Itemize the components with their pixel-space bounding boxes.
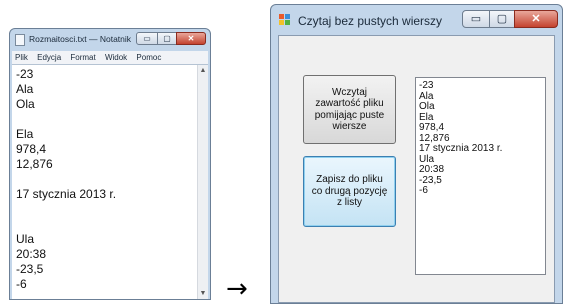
list-item[interactable]: 20:38: [416, 164, 545, 176]
list-item[interactable]: 978,4: [416, 122, 545, 134]
notepad-title: Rozmaitosci.txt — Notatnik: [29, 34, 132, 44]
notepad-close-button[interactable]: ✕: [176, 32, 206, 45]
form-close-button[interactable]: ✕: [514, 10, 558, 28]
list-item[interactable]: -23: [416, 80, 545, 92]
scroll-up-icon[interactable]: ▲: [198, 67, 208, 74]
save-button-label: Zapisz do pliku co drugą pozycję z listy: [311, 174, 388, 209]
read-file-button[interactable]: Wczytaj zawartość pliku pomijając puste …: [303, 75, 396, 144]
items-listbox[interactable]: -23 Ala Ola Ela 978,4 12,876 17 stycznia 2013 …: [415, 77, 546, 275]
notepad-text-area[interactable]: -23 Ala Ola Ela 978,4 12,876 17 stycznia…: [12, 64, 208, 299]
menu-help[interactable]: Pomoc: [136, 53, 161, 62]
menu-view[interactable]: Widok: [105, 53, 127, 62]
notepad-maximize-button[interactable]: ▢: [157, 32, 177, 45]
menu-edit[interactable]: Edycja: [37, 53, 61, 62]
save-every-second-button[interactable]: Zapisz do pliku co drugą pozycję z listy: [303, 156, 396, 227]
notepad-menubar: Plik Edycja Format Widok Pomoc: [12, 51, 208, 64]
list-item[interactable]: Ala: [416, 91, 545, 103]
list-item[interactable]: 17 stycznia 2013 r.: [416, 143, 545, 155]
menu-format[interactable]: Format: [70, 53, 95, 62]
notepad-titlebar[interactable]: Rozmaitosci.txt — Notatnik ▭ ▢ ✕: [10, 29, 210, 51]
form-icon: [279, 14, 291, 26]
form-minimize-button[interactable]: ▭: [462, 10, 490, 28]
list-item[interactable]: Ola: [416, 101, 545, 113]
form-title: Czytaj bez pustych wierszy: [298, 14, 443, 28]
notepad-minimize-button[interactable]: ▭: [136, 32, 158, 45]
menu-file[interactable]: Plik: [15, 53, 28, 62]
form-maximize-button[interactable]: ▢: [489, 10, 515, 28]
notepad-window: Rozmaitosci.txt — Notatnik ▭ ▢ ✕ Plik Ed…: [9, 28, 211, 300]
read-file-button-label: Wczytaj zawartość pliku pomijając puste …: [314, 86, 385, 133]
form-titlebar[interactable]: Czytaj bez pustych wierszy ▭ ▢ ✕: [271, 5, 562, 35]
list-item[interactable]: -23,5: [416, 175, 545, 187]
notepad-content: -23 Ala Ola Ela 978,4 12,876 17 stycznia…: [16, 67, 117, 291]
right-arrow-icon: →: [226, 274, 248, 304]
list-item[interactable]: -6: [416, 185, 545, 197]
scroll-down-icon[interactable]: ▼: [198, 290, 208, 297]
notepad-scrollbar[interactable]: ▲ ▼: [197, 65, 208, 299]
notepad-icon: [15, 34, 25, 46]
